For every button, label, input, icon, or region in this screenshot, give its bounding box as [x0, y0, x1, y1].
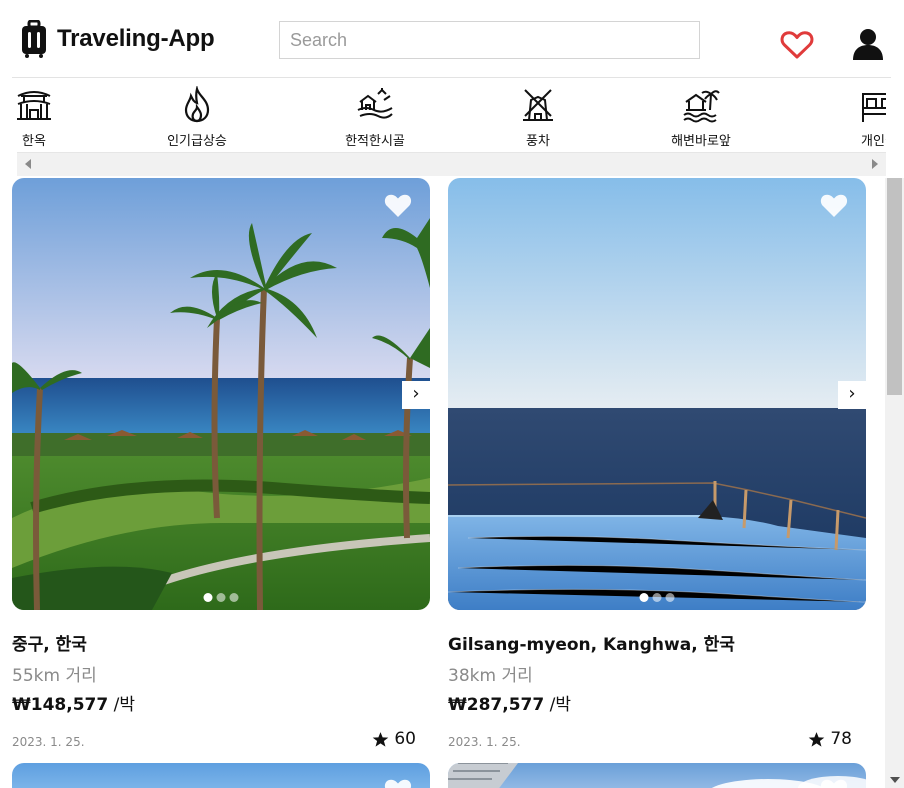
category-label: 한옥 — [22, 134, 46, 149]
category-trending[interactable]: 인기급상승 — [137, 86, 257, 149]
star-icon — [373, 731, 389, 747]
listing-card-partial[interactable] — [12, 763, 430, 788]
listing-price-unit: /박 — [113, 695, 135, 715]
listing-price: ₩148,577 /박 — [12, 690, 430, 715]
listing-rating: 60 — [372, 729, 416, 749]
listing-location: Gilsang-myeon, Kanghwa, 한국 — [448, 635, 735, 655]
suitcase-icon — [22, 20, 46, 58]
listing-footer: 2023. 1. 25. 78 — [448, 729, 866, 753]
app-header: Traveling-App — [0, 0, 904, 78]
category-label: 인기급상승 — [167, 134, 227, 149]
scrollbar-thumb[interactable] — [887, 178, 902, 395]
app-name: Traveling-App — [57, 25, 215, 52]
listing-price-unit: /박 — [549, 695, 571, 715]
listing-price-amount: ₩148,577 — [12, 695, 109, 715]
carousel-dot[interactable] — [216, 593, 226, 602]
user-icon[interactable] — [852, 27, 884, 61]
listing-distance: 38km 거리 — [448, 666, 533, 686]
listing-location: 중구, 한국 — [12, 635, 87, 655]
app-logo[interactable]: Traveling-App — [20, 20, 215, 58]
category-label: 해변바로앞 — [671, 134, 731, 149]
scroll-down-icon[interactable] — [890, 777, 900, 783]
category-windmill[interactable]: 풍차 — [478, 86, 598, 149]
private-room-icon — [862, 93, 886, 122]
listing-rating-value: 78 — [830, 729, 852, 749]
category-label: 한적한시골 — [345, 134, 405, 149]
listing-photo-carousel[interactable]: › — [12, 178, 430, 610]
listing-card-partial[interactable] — [448, 763, 866, 788]
countryside-icon — [357, 88, 393, 119]
listing-photo-carousel[interactable]: › — [448, 178, 866, 610]
listing-date: 2023. 1. 25. — [448, 735, 521, 749]
heart-favorite-icon[interactable] — [383, 192, 413, 219]
category-label: 풍차 — [526, 134, 550, 149]
carousel-dot[interactable] — [203, 593, 213, 602]
category-horizontal-scrollbar[interactable] — [17, 152, 886, 176]
category-countryside[interactable]: 한적한시골 — [315, 86, 435, 149]
category-hanok[interactable]: 한옥 — [12, 86, 94, 149]
hanok-icon — [17, 91, 51, 120]
listing-photo — [448, 178, 866, 610]
category-beachfront[interactable]: 해변바로앞 — [641, 86, 761, 149]
listing-rating-value: 60 — [394, 729, 416, 749]
windmill-icon — [523, 89, 553, 121]
carousel-dots — [203, 593, 239, 602]
category-private-room[interactable]: 개인실 — [819, 86, 886, 149]
listing-photo — [12, 763, 430, 788]
star-icon — [809, 731, 825, 747]
heart-favorite-icon[interactable] — [819, 777, 849, 788]
carousel-dot[interactable] — [652, 593, 662, 602]
heart-outline-icon[interactable] — [780, 30, 814, 60]
listing-footer: 2023. 1. 25. 60 — [12, 729, 430, 753]
listing-distance: 55km 거리 — [12, 666, 97, 686]
carousel-dot[interactable] — [639, 593, 649, 602]
listing-card[interactable]: › 중구, 한국 55km 거리 ₩148,577 /박 2023. 1. 25… — [12, 178, 430, 753]
fire-icon — [184, 86, 210, 123]
listing-photo — [448, 763, 866, 788]
listing-card[interactable]: › Gilsang-myeon, Kanghwa, 한국 38km 거리 ₩28… — [448, 178, 866, 753]
listing-price-amount: ₩287,577 — [448, 695, 545, 715]
carousel-dot[interactable] — [229, 593, 239, 602]
carousel-next-button[interactable]: › — [838, 381, 866, 409]
category-label: 개인실 — [861, 134, 886, 149]
carousel-dot[interactable] — [665, 593, 675, 602]
heart-favorite-icon[interactable] — [383, 777, 413, 788]
beachfront-icon — [683, 90, 720, 123]
page-vertical-scrollbar[interactable] — [885, 178, 904, 788]
listing-rating: 78 — [808, 729, 852, 749]
listing-price: ₩287,577 /박 — [448, 690, 866, 715]
scroll-right-icon[interactable] — [872, 159, 878, 169]
heart-favorite-icon[interactable] — [819, 192, 849, 219]
search-input[interactable] — [279, 21, 700, 59]
listing-photo — [12, 178, 430, 610]
category-bar: 한옥 인기급상승 한적한시골 풍차 해변바로앞 개인 — [12, 78, 886, 152]
scroll-left-icon[interactable] — [25, 159, 31, 169]
carousel-next-button[interactable]: › — [402, 381, 430, 409]
listing-date: 2023. 1. 25. — [12, 735, 85, 749]
carousel-dots — [639, 593, 675, 602]
